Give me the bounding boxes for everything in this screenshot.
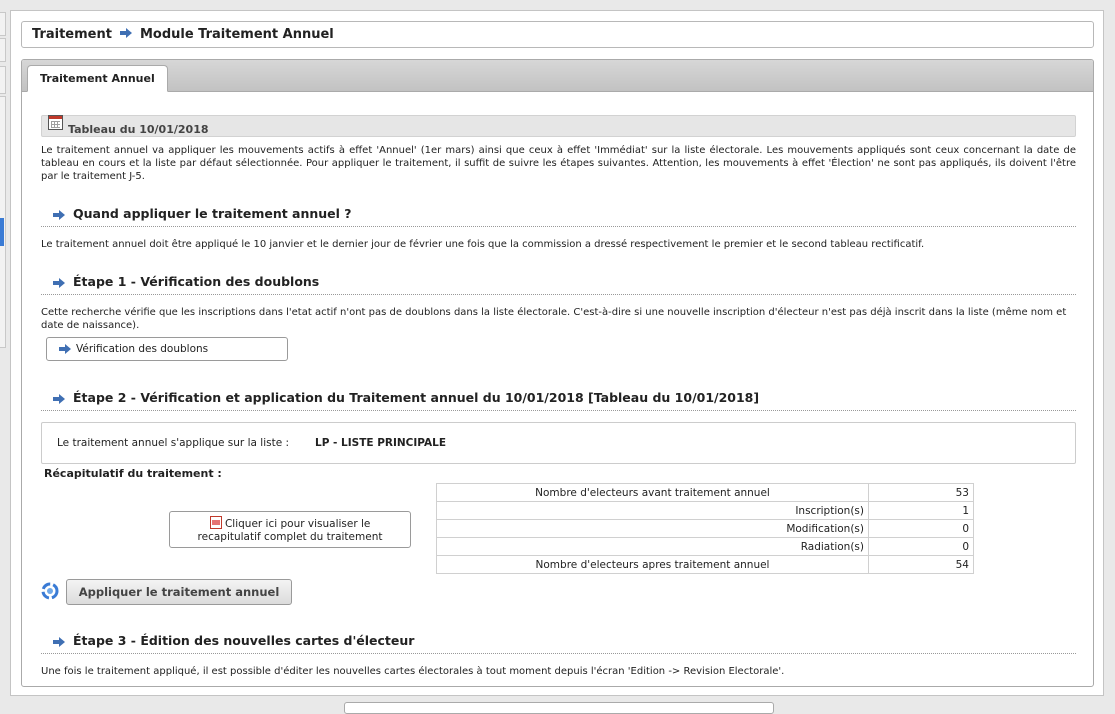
tab-bar: Traitement Annuel bbox=[22, 60, 1093, 92]
intro-text: Le traitement annuel va appliquer les mo… bbox=[41, 145, 1076, 182]
liste-value: LP - LISTE PRINCIPALE bbox=[315, 437, 447, 449]
pdf-icon bbox=[209, 516, 222, 529]
liste-box: Le traitement annuel s'applique sur la l… bbox=[41, 422, 1076, 464]
section-title-quand: Quand appliquer le traitement annuel ? bbox=[41, 206, 1076, 227]
tableau-date-label: Tableau du 10/01/2018 bbox=[68, 123, 209, 136]
recap-cell-value: 53 bbox=[868, 483, 974, 502]
section-title-etape2: Étape 2 - Vérification et application du… bbox=[41, 390, 1076, 411]
section-etape1-text: Cette recherche vérifie que les inscript… bbox=[41, 307, 1067, 331]
tableau-date-bar: Tableau du 10/01/2018 bbox=[41, 115, 1076, 137]
sidebar-selected-item[interactable] bbox=[0, 218, 4, 246]
tab-traitement-annuel[interactable]: Traitement Annuel bbox=[27, 65, 168, 92]
verification-doublons-button[interactable]: Vérification des doublons bbox=[46, 337, 288, 361]
section-etape1-title-text: Étape 1 - Vérification des doublons bbox=[73, 274, 320, 289]
arrow-right-icon bbox=[53, 392, 65, 407]
refresh-icon bbox=[40, 581, 60, 601]
apply-traitement-button[interactable]: Appliquer le traitement annuel bbox=[66, 579, 292, 605]
view-recap-label-line1: Cliquer ici pour visualiser le bbox=[224, 518, 371, 530]
breadcrumb: Traitement Module Traitement Annuel bbox=[21, 21, 1094, 48]
recap-cell-label: Radiation(s) bbox=[436, 537, 869, 556]
table-row: Inscription(s) 1 bbox=[436, 501, 974, 520]
section-etape2-title-text: Étape 2 - Vérification et application du… bbox=[73, 390, 760, 405]
recap-table: Nombre d'electeurs avant traitement annu… bbox=[436, 483, 974, 574]
recap-cell-label: Inscription(s) bbox=[436, 501, 869, 520]
liste-prefix: Le traitement annuel s'applique sur la l… bbox=[57, 437, 290, 449]
table-row: Modification(s) 0 bbox=[436, 519, 974, 538]
table-row: Nombre d'electeurs avant traitement annu… bbox=[436, 483, 974, 502]
section-etape3-title-text: Étape 3 - Édition des nouvelles cartes d… bbox=[73, 633, 415, 648]
recap-cell-value: 54 bbox=[868, 555, 974, 574]
sidebar-stub-1[interactable] bbox=[0, 12, 6, 36]
recap-cell-label: Modification(s) bbox=[436, 519, 869, 538]
recap-cell-value: 0 bbox=[868, 519, 974, 538]
footer-stub bbox=[344, 702, 774, 714]
section-quand-title-text: Quand appliquer le traitement annuel ? bbox=[73, 206, 352, 221]
view-recap-label-line2: recapitulatif complet du traitement bbox=[197, 531, 383, 543]
section-etape3-text: Une fois le traitement appliqué, il est … bbox=[41, 666, 785, 677]
breadcrumb-part1[interactable]: Traitement bbox=[32, 27, 112, 42]
sidebar-stub-2[interactable] bbox=[0, 38, 6, 62]
calendar-icon bbox=[48, 115, 63, 130]
breadcrumb-part2: Module Traitement Annuel bbox=[139, 27, 334, 42]
arrow-right-icon bbox=[119, 27, 132, 42]
table-row: Radiation(s) 0 bbox=[436, 537, 974, 556]
verification-doublons-label: Vérification des doublons bbox=[76, 343, 209, 355]
arrow-right-icon bbox=[53, 635, 65, 650]
table-row: Nombre d'electeurs apres traitement annu… bbox=[436, 555, 974, 574]
arrow-right-icon bbox=[53, 276, 65, 291]
recap-cell-value: 0 bbox=[868, 537, 974, 556]
section-title-etape3: Étape 3 - Édition des nouvelles cartes d… bbox=[41, 633, 1076, 654]
recap-cell-label: Nombre d'electeurs apres traitement annu… bbox=[436, 555, 869, 574]
arrow-right-icon bbox=[53, 208, 65, 223]
recap-cell-value: 1 bbox=[868, 501, 974, 520]
tabs-container: Traitement Annuel Tableau du 10/01/2018 … bbox=[21, 59, 1094, 687]
arrow-right-icon bbox=[59, 344, 71, 354]
sidebar-stub-3[interactable] bbox=[0, 66, 6, 94]
view-recap-button[interactable]: Cliquer ici pour visualiser le recapitul… bbox=[169, 511, 411, 548]
recap-cell-label: Nombre d'electeurs avant traitement annu… bbox=[436, 483, 869, 502]
recap-label: Récapitulatif du traitement : bbox=[44, 467, 222, 480]
main-panel: Traitement Module Traitement Annuel Trai… bbox=[10, 10, 1104, 696]
section-title-etape1: Étape 1 - Vérification des doublons bbox=[41, 274, 1076, 295]
section-quand-text: Le traitement annuel doit être appliqué … bbox=[41, 239, 925, 250]
